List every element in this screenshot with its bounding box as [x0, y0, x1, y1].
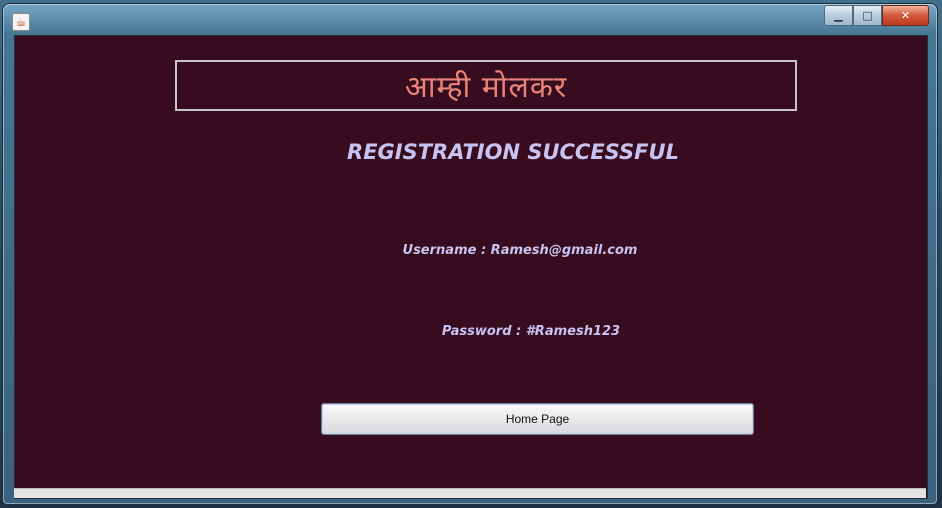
java-icon[interactable]: ☕	[12, 13, 30, 31]
password-label: Password : #Ramesh123	[441, 324, 621, 339]
header-banner: आम्ही मोलकर	[175, 60, 797, 111]
maximize-button[interactable]: □	[853, 5, 882, 26]
registration-status-heading: REGISTRATION SUCCESSFUL	[347, 140, 679, 164]
content-panel: आम्ही मोलकर REGISTRATION SUCCESSFUL User…	[14, 35, 928, 499]
close-button[interactable]: ✕	[882, 5, 929, 26]
minimize-button[interactable]: ▁	[824, 5, 853, 26]
status-strip	[14, 488, 926, 498]
home-page-button[interactable]: Home Page	[321, 403, 754, 435]
username-label: Username : Ramesh@gmail.com	[402, 243, 638, 258]
app-window: ☕ ▁ □ ✕ आम्ही मोलकर REGISTRATION SUCCESS…	[3, 4, 937, 504]
app-header-title: आम्ही मोलकर	[404, 70, 568, 105]
window-controls: ▁ □ ✕	[824, 5, 929, 26]
title-bar[interactable]: ☕ ▁ □ ✕	[3, 4, 937, 34]
